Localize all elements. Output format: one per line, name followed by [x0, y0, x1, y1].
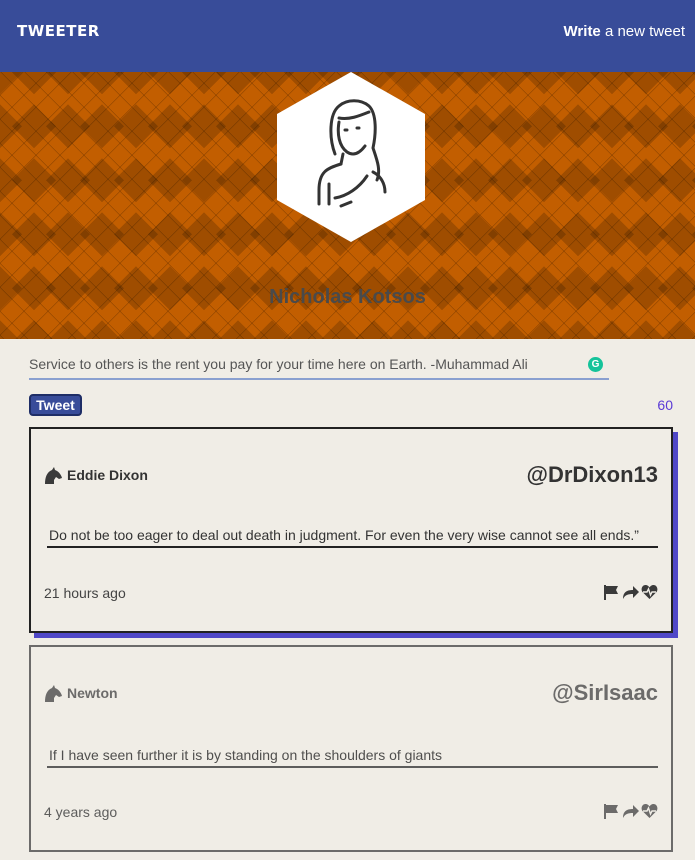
grammarly-icon[interactable]: G — [588, 357, 603, 372]
retweet-icon[interactable] — [622, 584, 639, 600]
flag-icon[interactable] — [603, 584, 620, 600]
tweet-text-input[interactable] — [29, 343, 609, 380]
tweet-timestamp: 21 hours ago — [44, 585, 126, 601]
tweet-author-name: Eddie Dixon — [67, 467, 148, 483]
retweet-icon[interactable] — [622, 803, 639, 819]
tweet-submit-button[interactable]: Tweet — [29, 394, 82, 416]
tweet-content: If I have seen further it is by standing… — [47, 747, 658, 768]
brand-logo[interactable]: TWEETER — [17, 22, 100, 40]
tweet-actions — [603, 584, 658, 600]
tweet-author-name: Newton — [67, 685, 118, 701]
profile-avatar — [277, 72, 425, 242]
tweet-card: Newton @SirIsaac If I have seen further … — [29, 645, 673, 852]
heart-icon[interactable] — [641, 803, 658, 819]
tweet-author-handle: @SirIsaac — [552, 680, 658, 705]
horse-avatar-icon — [45, 467, 62, 484]
write-tweet-link[interactable]: Write a new tweet — [564, 23, 685, 40]
tweet-card: Eddie Dixon @DrDixon13 Do not be too eag… — [29, 427, 673, 633]
tweet-content: Do not be too eager to deal out death in… — [47, 527, 658, 548]
char-counter: 60 — [657, 397, 673, 413]
heart-icon[interactable] — [641, 584, 658, 600]
flag-icon[interactable] — [603, 803, 620, 819]
top-nav: TWEETER Write a new tweet — [0, 0, 695, 72]
user-avatar-icon — [277, 72, 425, 242]
write-tweet-bold: Write — [563, 23, 601, 40]
tweet-timestamp: 4 years ago — [44, 804, 118, 820]
profile-header: Nicholas Kotsos — [0, 72, 695, 339]
horse-avatar-icon — [45, 685, 62, 702]
profile-name: Nicholas Kotsos — [269, 286, 426, 308]
write-tweet-rest: a new tweet — [600, 23, 685, 40]
tweet-actions — [603, 803, 658, 819]
tweet-author-handle: @DrDixon13 — [526, 462, 658, 487]
